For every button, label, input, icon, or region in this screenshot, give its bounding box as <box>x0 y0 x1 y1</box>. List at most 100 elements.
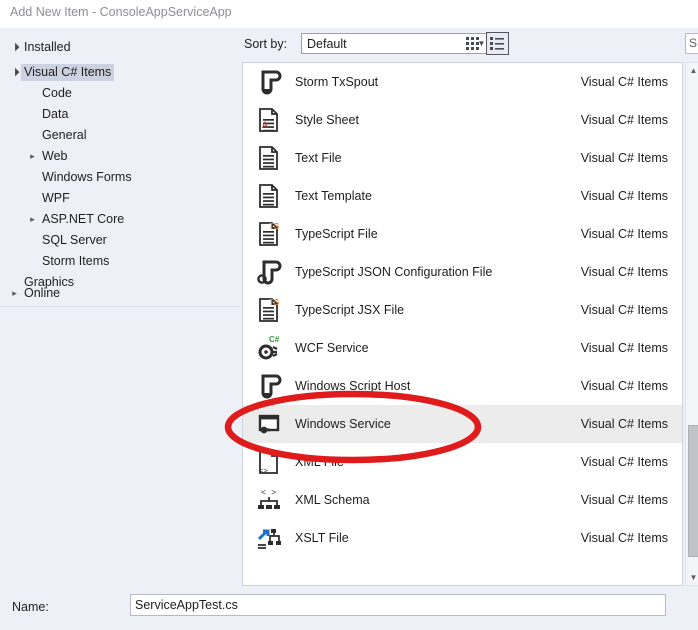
add-new-item-dialog: Add New Item - ConsoleAppServiceApp Inst… <box>0 0 698 630</box>
scroll-down-arrow-icon[interactable]: ▼ <box>686 570 698 585</box>
tiles-view-button[interactable] <box>462 32 485 55</box>
group-installed-label: Installed <box>24 40 71 54</box>
xslt-file-icon <box>243 519 295 557</box>
template-list-item[interactable]: Text Template Visual C# Items <box>243 177 682 215</box>
template-list-item[interactable]: Storm TxSpout Visual C# Items <box>243 63 682 101</box>
windows-service-icon <box>243 405 295 443</box>
scroll-up-arrow-icon[interactable]: ▲ <box>686 63 698 78</box>
xml-schema-icon: < > <box>258 488 280 509</box>
template-list-item[interactable]: TS TypeScript JSX File Visual C# Items <box>243 291 682 329</box>
templates-scrollbar[interactable]: ▲ ▼ <box>685 62 698 586</box>
template-category: Visual C# Items <box>580 341 668 355</box>
search-input[interactable]: S <box>685 33 698 54</box>
svg-text:<>: <> <box>259 468 269 476</box>
tree-item-label: General <box>42 128 87 142</box>
typescript-json-icon <box>243 253 295 291</box>
template-name: TypeScript File <box>295 227 378 241</box>
template-list-item[interactable]: C# WCF Service Visual C# Items <box>243 329 682 367</box>
typescript-file-icon: TS <box>259 222 280 246</box>
template-name: Windows Service <box>295 417 391 431</box>
template-category: Visual C# Items <box>580 227 668 241</box>
tree-item-label: Windows Forms <box>42 170 132 184</box>
storm-spout-icon <box>260 70 282 95</box>
stylesheet-icon: A <box>259 108 278 132</box>
tree-item-label: ASP.NET Core <box>42 212 125 226</box>
template-category: Visual C# Items <box>580 189 668 203</box>
tree-item-windows-forms[interactable]: Windows Forms <box>8 167 240 188</box>
template-name: TypeScript JSX File <box>295 303 405 317</box>
template-category: Visual C# Items <box>580 493 668 507</box>
template-name: WCF Service <box>295 341 369 355</box>
chevron-right-icon[interactable] <box>8 288 21 299</box>
typescript-jsx-icon: TS <box>243 291 295 329</box>
template-category: Visual C# Items <box>580 531 668 545</box>
template-list-item[interactable]: Text File Visual C# Items <box>243 139 682 177</box>
tree-item-sql-server[interactable]: SQL Server <box>8 230 240 251</box>
templates-toolbar: Sort by: Default ▼ S <box>240 28 698 62</box>
chevron-right-icon[interactable] <box>26 214 39 225</box>
sort-by-label: Sort by: <box>244 37 288 51</box>
template-category: Visual C# Items <box>580 379 668 393</box>
group-installed[interactable]: Installed <box>8 37 238 58</box>
template-name: XML Schema <box>295 493 370 507</box>
template-name: XSLT File <box>295 531 349 545</box>
panel-divider <box>0 306 240 307</box>
template-list-item[interactable]: Windows Service Visual C# Items <box>243 405 682 443</box>
group-online[interactable]: Online <box>8 283 238 304</box>
template-list-item[interactable]: < > XML Schema Visual C# Items <box>243 481 682 519</box>
tree-item-label: WPF <box>42 191 70 205</box>
template-category: Visual C# Items <box>580 151 668 165</box>
svg-text:TS: TS <box>269 222 280 231</box>
tree-item-label: SQL Server <box>42 233 107 247</box>
templates-panel: Sort by: Default ▼ S Storm TxSpout Visua… <box>240 28 698 586</box>
sort-by-value: Default <box>307 36 347 51</box>
name-input[interactable]: ServiceAppTest.cs <box>130 594 666 616</box>
templates-list[interactable]: Storm TxSpout Visual C# Items A Style Sheet… <box>242 62 683 586</box>
list-view-button[interactable] <box>486 32 509 55</box>
tree-item-general[interactable]: General <box>8 125 240 146</box>
typescript-json-icon <box>257 260 282 285</box>
xslt-file-icon <box>257 529 281 549</box>
typescript-file-icon: TS <box>243 215 295 253</box>
tree-item-code[interactable]: Code <box>8 83 240 104</box>
tree-item-storm-items[interactable]: Storm Items <box>8 251 240 272</box>
chevron-right-icon[interactable] <box>26 151 39 162</box>
template-list-item[interactable]: <> XML File Visual C# Items <box>243 443 682 481</box>
title-bar: Add New Item - ConsoleAppServiceApp <box>0 0 698 28</box>
template-name: Text File <box>295 151 342 165</box>
tree-item-label: Code <box>42 86 72 100</box>
template-category: Visual C# Items <box>580 75 668 89</box>
tree-item-data[interactable]: Data <box>8 104 240 125</box>
chevron-down-icon[interactable] <box>8 68 21 77</box>
template-name: Style Sheet <box>295 113 359 127</box>
categories-panel: Installed Visual C# Items Code Data General… <box>0 28 240 586</box>
tree-item-label: Data <box>42 107 69 121</box>
text-file-icon <box>243 139 295 177</box>
name-label: Name: <box>12 600 49 614</box>
script-host-icon <box>243 367 295 405</box>
text-template-icon <box>259 184 278 208</box>
wcf-service-icon: C# <box>243 329 295 367</box>
tree-item-web[interactable]: Web <box>8 146 240 167</box>
tree-item-visual-c-items[interactable]: Visual C# Items <box>8 62 240 83</box>
stylesheet-icon: A <box>243 101 295 139</box>
dialog-title: Add New Item - ConsoleAppServiceApp <box>10 5 232 19</box>
chevron-down-icon[interactable] <box>8 43 21 52</box>
template-name: Windows Script Host <box>295 379 411 393</box>
text-template-icon <box>243 177 295 215</box>
template-list-item[interactable]: A Style Sheet Visual C# Items <box>243 101 682 139</box>
template-list-item[interactable]: TypeScript JSON Configuration File Visual… <box>243 253 682 291</box>
script-host-icon <box>260 374 282 399</box>
text-file-icon <box>259 146 278 170</box>
scrollbar-thumb[interactable] <box>688 425 698 557</box>
footer-bar: Name: ServiceAppTest.cs <box>0 586 698 630</box>
list-view-icon <box>490 37 504 50</box>
tree-item-asp-net-core[interactable]: ASP.NET Core <box>8 209 240 230</box>
tree-item-wpf[interactable]: WPF <box>8 188 240 209</box>
windows-service-icon <box>258 414 280 434</box>
svg-text:A: A <box>262 120 268 130</box>
template-list-item[interactable]: XSLT File Visual C# Items <box>243 519 682 557</box>
template-list-item[interactable]: TS TypeScript File Visual C# Items <box>243 215 682 253</box>
template-list-item[interactable]: Windows Script Host Visual C# Items <box>243 367 682 405</box>
tree-item-label: Storm Items <box>42 254 110 268</box>
